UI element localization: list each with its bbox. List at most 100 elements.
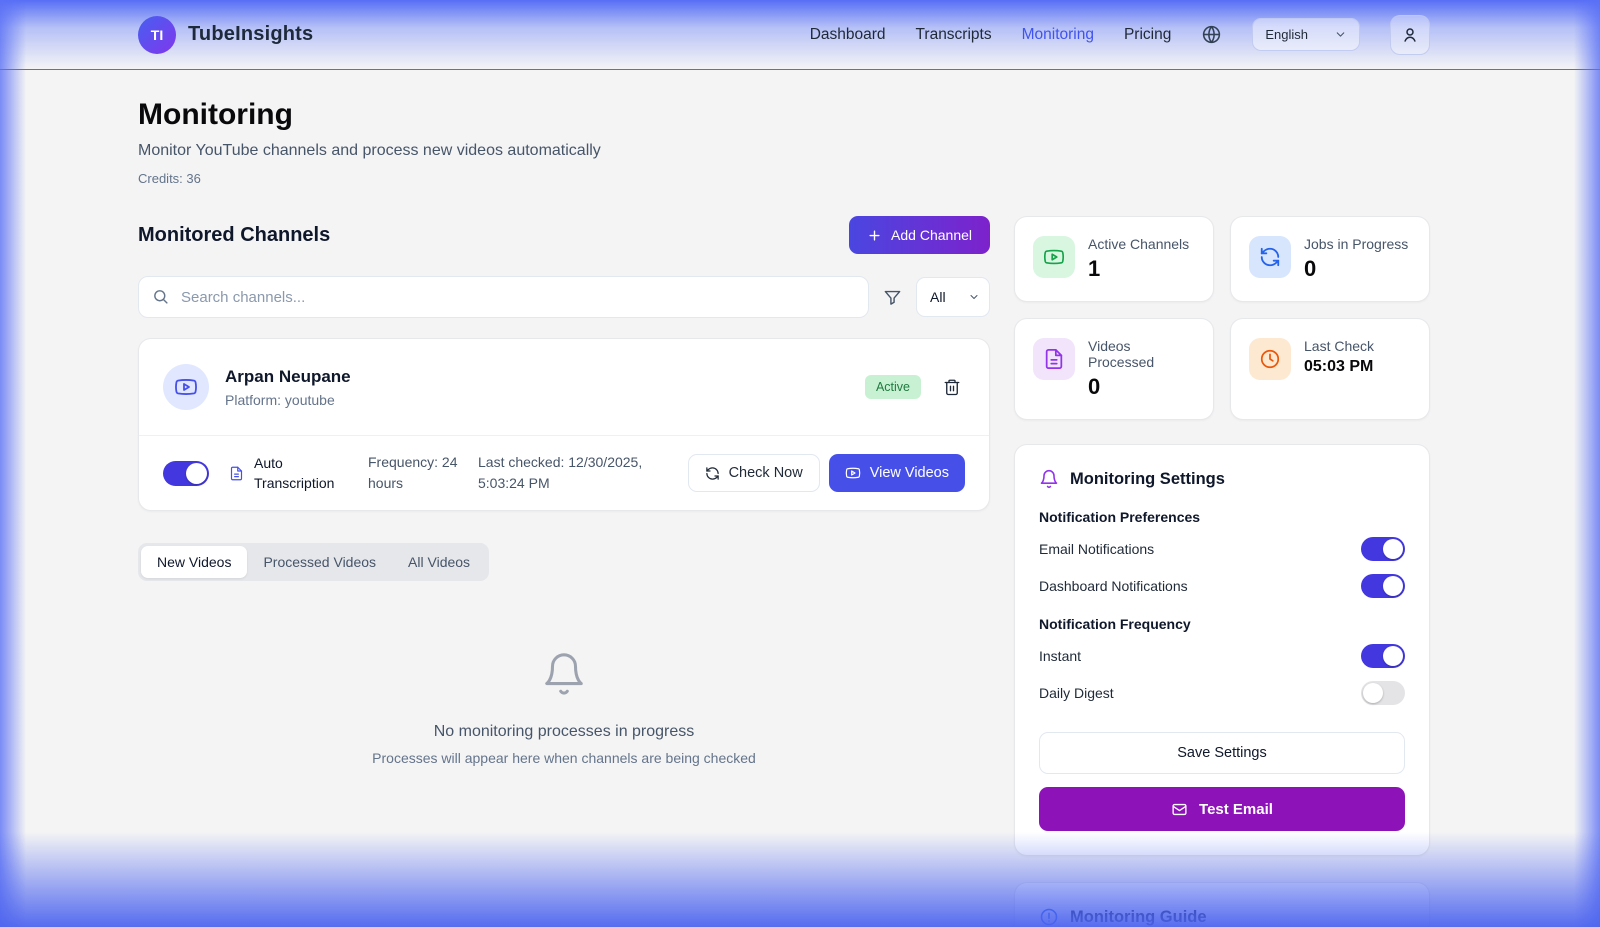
credits-counter: Credits: 36 — [138, 171, 1430, 186]
last-checked-text: Last checked: 12/30/2025, 5:03:24 PM — [478, 452, 650, 494]
channels-section-title: Monitored Channels — [138, 224, 330, 247]
monitoring-guide-panel: Monitoring Guide How it Works Our system… — [1014, 882, 1430, 927]
settings-section-heading: Notification Preferences — [1039, 509, 1405, 525]
stat-label: Last Check — [1304, 338, 1374, 354]
main-nav: Dashboard Transcripts Monitoring Pricing… — [810, 15, 1430, 55]
globe-icon[interactable] — [1201, 24, 1222, 45]
settings-title: Monitoring Settings — [1070, 470, 1225, 489]
nav-pricing[interactable]: Pricing — [1124, 26, 1171, 44]
channel-name: Arpan Neupane — [225, 367, 351, 387]
youtube-icon — [1033, 236, 1075, 278]
channel-card: Arpan Neupane Platform: youtube Active — [138, 338, 990, 511]
setting-label: Daily Digest — [1039, 685, 1114, 701]
status-filter-value: All — [930, 289, 946, 305]
language-select-value: English — [1265, 27, 1308, 42]
setting-row-dashboard-notifications: Dashboard Notifications — [1039, 574, 1405, 598]
view-videos-button[interactable]: View Videos — [829, 454, 965, 492]
channel-avatar — [163, 364, 209, 410]
test-email-label: Test Email — [1199, 801, 1273, 818]
channel-platform: Platform: youtube — [225, 392, 351, 408]
nav-transcripts[interactable]: Transcripts — [916, 26, 992, 44]
setting-row-daily-digest: Daily Digest — [1039, 681, 1405, 705]
monitoring-settings-panel: Monitoring Settings Notification Prefere… — [1014, 444, 1430, 856]
stat-active-channels: Active Channels 1 — [1014, 216, 1214, 302]
test-email-button[interactable]: Test Email — [1039, 787, 1405, 831]
bell-icon — [1039, 469, 1059, 489]
check-now-label: Check Now — [729, 465, 803, 481]
tab-new-videos[interactable]: New Videos — [141, 546, 247, 578]
brand-name: TubeInsights — [188, 23, 313, 46]
stat-label: Active Channels — [1088, 236, 1189, 252]
stat-videos-processed: Videos Processed 0 — [1014, 318, 1214, 420]
user-icon — [1401, 26, 1419, 44]
sidebar: Active Channels 1 Jobs in Progress 0 — [1014, 216, 1430, 927]
add-channel-button[interactable]: Add Channel — [849, 216, 990, 254]
setting-label: Email Notifications — [1039, 541, 1154, 557]
setting-row-email-notifications: Email Notifications — [1039, 537, 1405, 561]
email-notifications-toggle[interactable] — [1361, 537, 1405, 561]
stat-value: 0 — [1304, 256, 1408, 282]
status-filter-select[interactable]: All — [916, 277, 990, 317]
play-square-icon — [845, 465, 861, 481]
brand: TI TubeInsights — [138, 16, 313, 54]
file-text-icon — [229, 466, 244, 481]
header: TI TubeInsights Dashboard Transcripts Mo… — [0, 0, 1600, 70]
main-content: Monitoring Monitor YouTube channels and … — [138, 70, 1430, 927]
instant-toggle[interactable] — [1361, 644, 1405, 668]
settings-section-heading: Notification Frequency — [1039, 616, 1405, 632]
search-box — [138, 276, 869, 318]
tab-all-videos[interactable]: All Videos — [392, 546, 486, 578]
bell-icon — [541, 651, 587, 697]
brand-logo: TI — [138, 16, 176, 54]
delete-channel-button[interactable] — [939, 374, 965, 400]
guide-title: Monitoring Guide — [1070, 908, 1207, 927]
daily-digest-toggle[interactable] — [1361, 681, 1405, 705]
auto-transcription-label: Auto Transcription — [254, 453, 350, 494]
empty-state-title: No monitoring processes in progress — [138, 723, 990, 741]
add-channel-label: Add Channel — [891, 227, 972, 243]
stat-label: Videos Processed — [1088, 338, 1195, 370]
frequency-text: Frequency: 24 hours — [368, 452, 460, 494]
file-icon — [1033, 338, 1075, 380]
save-settings-button[interactable]: Save Settings — [1039, 732, 1405, 774]
channels-section: Monitored Channels Add Channel All — [138, 216, 990, 766]
clock-icon — [1249, 338, 1291, 380]
refresh-icon — [705, 466, 720, 481]
search-input[interactable] — [138, 276, 869, 318]
stats-grid: Active Channels 1 Jobs in Progress 0 — [1014, 216, 1430, 420]
info-icon — [1039, 907, 1059, 927]
language-select[interactable]: English — [1252, 18, 1360, 51]
stat-jobs-in-progress: Jobs in Progress 0 — [1230, 216, 1430, 302]
user-menu-button[interactable] — [1390, 15, 1430, 55]
mail-icon — [1171, 801, 1188, 818]
nav-monitoring[interactable]: Monitoring — [1022, 26, 1094, 44]
chevron-down-icon — [968, 291, 980, 303]
page-title: Monitoring — [138, 98, 1430, 132]
auto-transcription-toggle[interactable] — [163, 461, 209, 486]
setting-row-instant: Instant — [1039, 644, 1405, 668]
setting-label: Instant — [1039, 648, 1081, 664]
empty-state-subtitle: Processes will appear here when channels… — [138, 750, 990, 766]
trash-icon — [943, 378, 961, 396]
dashboard-notifications-toggle[interactable] — [1361, 574, 1405, 598]
video-tabs: New Videos Processed Videos All Videos — [138, 543, 489, 581]
brand-logo-text: TI — [151, 27, 163, 43]
search-icon — [152, 288, 169, 305]
tab-processed-videos[interactable]: Processed Videos — [247, 546, 392, 578]
chevron-down-icon — [1334, 28, 1347, 41]
stat-value: 1 — [1088, 256, 1189, 282]
youtube-icon — [174, 375, 198, 399]
stat-value: 05:03 PM — [1304, 358, 1374, 376]
view-videos-label: View Videos — [870, 465, 949, 481]
setting-label: Dashboard Notifications — [1039, 578, 1188, 594]
empty-state: No monitoring processes in progress Proc… — [138, 621, 990, 766]
stat-value: 0 — [1088, 374, 1195, 400]
plus-icon — [867, 228, 882, 243]
filter-icon — [883, 288, 902, 307]
stat-last-check: Last Check 05:03 PM — [1230, 318, 1430, 420]
stat-label: Jobs in Progress — [1304, 236, 1408, 252]
check-now-button[interactable]: Check Now — [688, 454, 820, 492]
status-badge: Active — [865, 375, 921, 399]
nav-dashboard[interactable]: Dashboard — [810, 26, 886, 44]
page-subtitle: Monitor YouTube channels and process new… — [138, 142, 1430, 160]
